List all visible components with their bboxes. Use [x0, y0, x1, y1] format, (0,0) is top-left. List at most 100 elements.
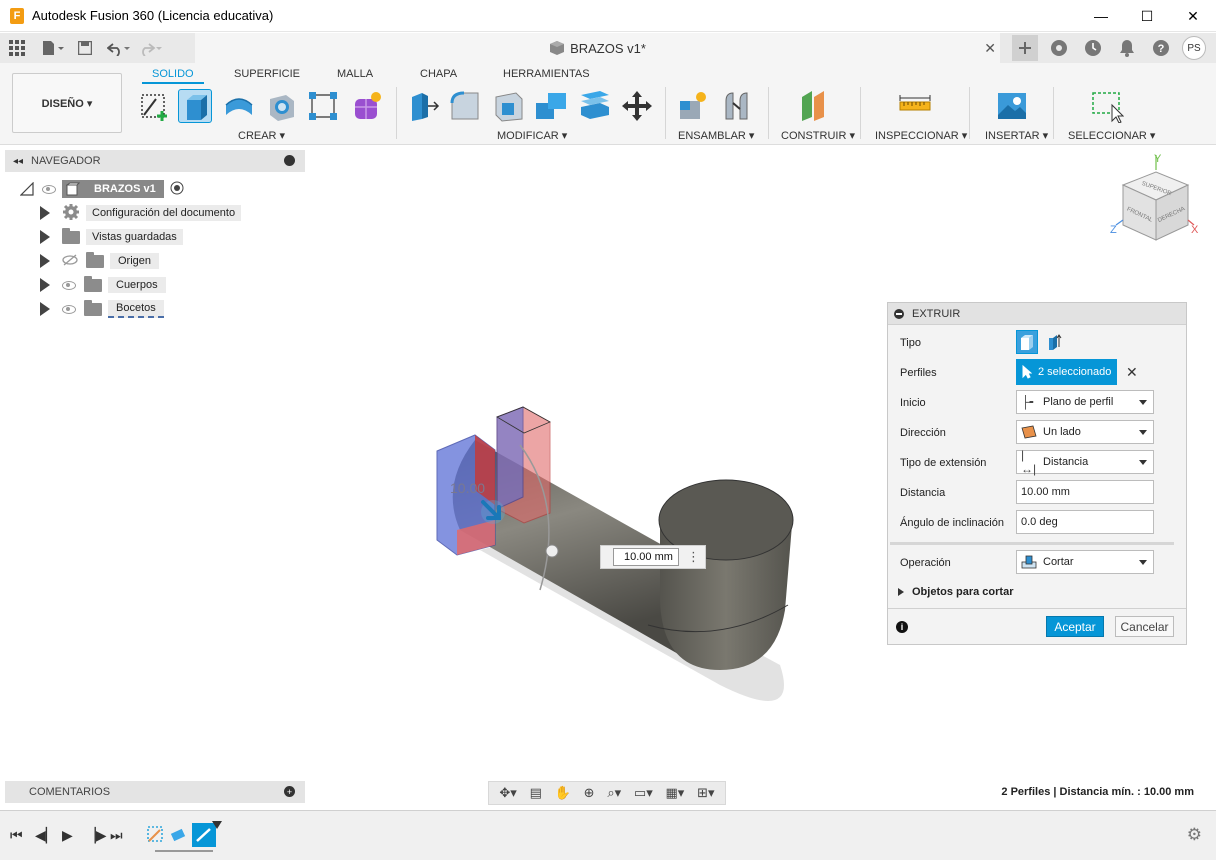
rectangular-pattern-icon[interactable] [306, 89, 340, 123]
redo-icon[interactable] [138, 35, 164, 61]
insert-image-icon[interactable] [995, 89, 1029, 123]
root-component[interactable]: BRAZOS v1 [62, 180, 164, 198]
extrude-arrow-handle[interactable] [481, 500, 505, 524]
nav-item-bodies[interactable]: Cuerpos [40, 275, 166, 295]
user-avatar[interactable]: PS [1182, 36, 1206, 60]
taper-angle-field[interactable]: 0.0 deg [1016, 510, 1154, 534]
apps-grid-icon[interactable] [4, 35, 30, 61]
create-sketch-icon[interactable] [138, 89, 172, 123]
tab-chapa[interactable]: CHAPA [420, 68, 457, 80]
joint-icon[interactable] [720, 89, 754, 123]
help-icon[interactable]: ? [1148, 35, 1174, 61]
visibility-eye-icon[interactable] [62, 280, 76, 290]
nav-item-saved-views[interactable]: Vistas guardadas [40, 227, 183, 247]
hole-tool-icon[interactable] [264, 89, 298, 123]
measure-icon[interactable] [898, 89, 932, 123]
tab-solido[interactable]: SOLIDO [142, 68, 204, 84]
play-icon[interactable]: ▶ [62, 827, 73, 844]
document-tab[interactable]: BRAZOS v1* ✕ [195, 33, 1000, 63]
extensions-icon[interactable] [1046, 35, 1072, 61]
pan-hand-icon[interactable]: ✋ [555, 785, 571, 801]
file-menu-icon[interactable] [40, 35, 66, 61]
tab-herramientas[interactable]: HERRAMIENTAS [503, 68, 590, 80]
press-pull-icon[interactable] [406, 89, 440, 123]
activate-radio-icon[interactable] [170, 181, 184, 198]
clear-selection-icon[interactable]: ✕ [1126, 364, 1138, 381]
close-window-button[interactable]: ✕ [1170, 0, 1216, 32]
minimize-button[interactable]: — [1078, 0, 1124, 32]
distance-input[interactable]: 10.00 mm [613, 548, 679, 566]
collapse-panel-icon[interactable] [894, 308, 904, 319]
direction-dropdown[interactable]: Un lado [1016, 420, 1154, 444]
viewcube[interactable]: SUPERIOR FRONTAL DERECHA Y X Z [1108, 150, 1203, 245]
expanded-triangle-icon[interactable] [20, 182, 34, 196]
job-status-icon[interactable] [1080, 35, 1106, 61]
nav-item-origin[interactable]: Origen [40, 251, 160, 271]
create-form-icon[interactable] [350, 89, 384, 123]
tab-malla[interactable]: MALLA [337, 68, 373, 80]
zoom-icon[interactable]: ⊕ [584, 785, 595, 801]
offset-plane-icon[interactable] [798, 89, 832, 123]
extent-type-dropdown[interactable]: |↔| Distancia [1016, 448, 1154, 476]
navigator-header[interactable]: ◂◂ NAVEGADOR [5, 150, 305, 172]
group-modificar[interactable]: MODIFICAR ▾ [497, 129, 567, 142]
orbit-icon[interactable]: ✥▾ [499, 785, 516, 801]
display-settings-icon[interactable]: ▭▾ [634, 785, 653, 801]
group-inspeccionar[interactable]: INSPECCIONAR ▾ [875, 129, 967, 142]
collapse-arrow-icon[interactable]: ◂◂ [13, 156, 23, 167]
combine-icon[interactable] [534, 89, 568, 123]
info-icon[interactable]: i [896, 621, 908, 633]
timeline-marker-icon[interactable] [212, 821, 222, 829]
group-construir[interactable]: CONSTRUIR ▾ [781, 129, 855, 142]
group-seleccionar[interactable]: SELECCIONAR ▾ [1068, 129, 1155, 142]
cancel-button[interactable]: Cancelar [1115, 616, 1174, 637]
group-ensamblar[interactable]: ENSAMBLAR ▾ [678, 129, 754, 142]
save-icon[interactable] [72, 35, 98, 61]
expand-triangle-icon[interactable] [40, 254, 50, 268]
navigator-options-icon[interactable] [284, 155, 295, 166]
step-back-icon[interactable]: ◀▏ [35, 827, 57, 844]
start-dropdown[interactable]: ├╸ Plano de perfil [1016, 390, 1154, 414]
more-options-icon[interactable]: ⋮ [687, 550, 700, 562]
fillet-icon[interactable] [448, 89, 482, 123]
visibility-eye-icon[interactable] [42, 184, 56, 194]
maximize-button[interactable]: ☐ [1124, 0, 1170, 32]
shell-icon[interactable] [492, 89, 526, 123]
go-to-start-icon[interactable]: ⏮ [10, 827, 23, 844]
objects-to-cut-section[interactable]: Objetos para cortar [898, 586, 1013, 598]
profiles-selection[interactable]: 2 seleccionado [1016, 359, 1117, 385]
comments-panel[interactable]: COMENTARIOS + [5, 781, 305, 803]
close-tab-icon[interactable]: ✕ [984, 40, 996, 57]
tab-superficie[interactable]: SUPERFICIE [234, 68, 300, 80]
type-thin-button[interactable] [1044, 330, 1066, 354]
type-solid-button[interactable] [1016, 330, 1038, 354]
nav-item-sketches[interactable]: Bocetos [40, 299, 164, 319]
timeline-sketch-feature-2[interactable] [170, 827, 188, 846]
expand-triangle-icon[interactable] [40, 302, 50, 316]
split-body-icon[interactable] [578, 89, 612, 123]
extrude-tool-icon[interactable] [178, 89, 212, 123]
visibility-eye-icon[interactable] [62, 304, 76, 314]
viewports-icon[interactable]: ⊞▾ [697, 785, 714, 801]
new-tab-icon[interactable] [1012, 35, 1038, 61]
new-component-icon[interactable] [676, 89, 710, 123]
workspace-switcher[interactable]: DISEÑO ▾ [12, 73, 122, 133]
revolve-tool-icon[interactable] [222, 89, 256, 123]
operation-dropdown[interactable]: Cortar [1016, 550, 1154, 574]
grid-settings-icon[interactable]: ▦▾ [666, 785, 685, 801]
fit-zoom-icon[interactable]: ⌕▾ [607, 785, 621, 801]
expand-triangle-icon[interactable] [40, 278, 50, 292]
nav-root-row[interactable]: BRAZOS v1 [20, 179, 184, 199]
group-insertar[interactable]: INSERTAR ▾ [985, 129, 1048, 142]
distance-field[interactable]: 10.00 mm [1016, 480, 1154, 504]
look-at-icon[interactable]: ▤ [530, 785, 542, 801]
notifications-bell-icon[interactable] [1114, 35, 1140, 61]
group-crear[interactable]: CREAR ▾ [238, 129, 285, 142]
extrude-header[interactable]: EXTRUIR [888, 303, 1186, 325]
nav-item-document-settings[interactable]: Configuración del documento [40, 203, 242, 223]
window-select-icon[interactable] [1090, 89, 1125, 124]
go-to-end-icon[interactable]: ⏭ [110, 827, 123, 844]
timeline-sketch-feature[interactable] [146, 825, 166, 848]
timeline-settings-gear-icon[interactable]: ⚙ [1187, 825, 1202, 845]
expand-triangle-icon[interactable] [40, 230, 50, 244]
